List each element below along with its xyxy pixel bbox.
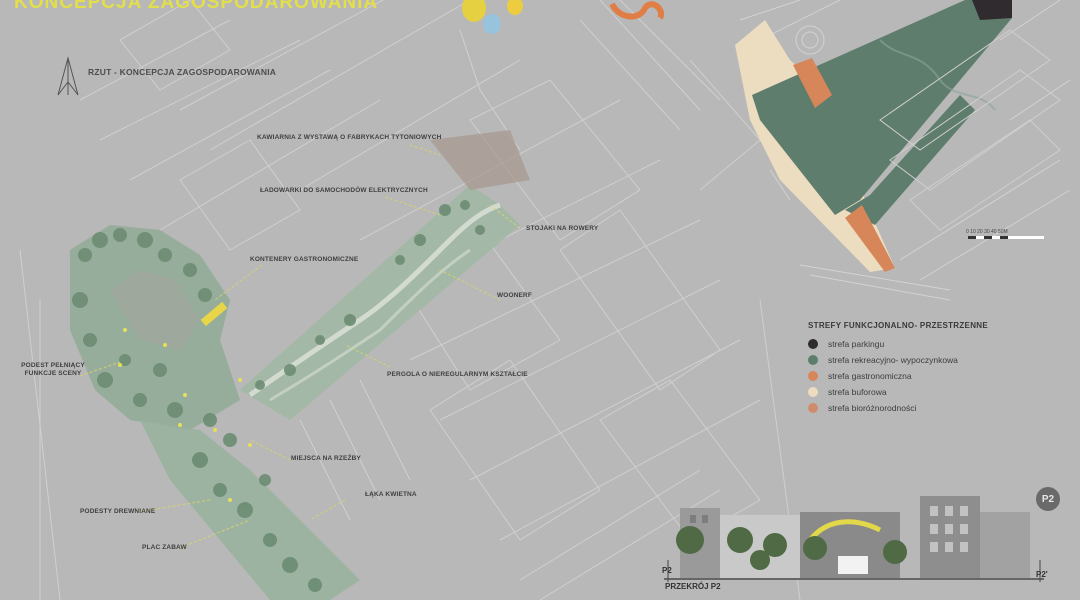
cross-section [664,496,1044,582]
section-mark-left: P2 [662,566,672,575]
poster-board: KONCEPCJA ZAGOSPODAROWANIA RZUT - KONCEP… [0,0,1080,600]
section-mark-right: P2' [1036,570,1048,579]
section-badge: P2 [1036,487,1060,511]
section-title: PRZEKRÓJ P2 [665,582,721,591]
